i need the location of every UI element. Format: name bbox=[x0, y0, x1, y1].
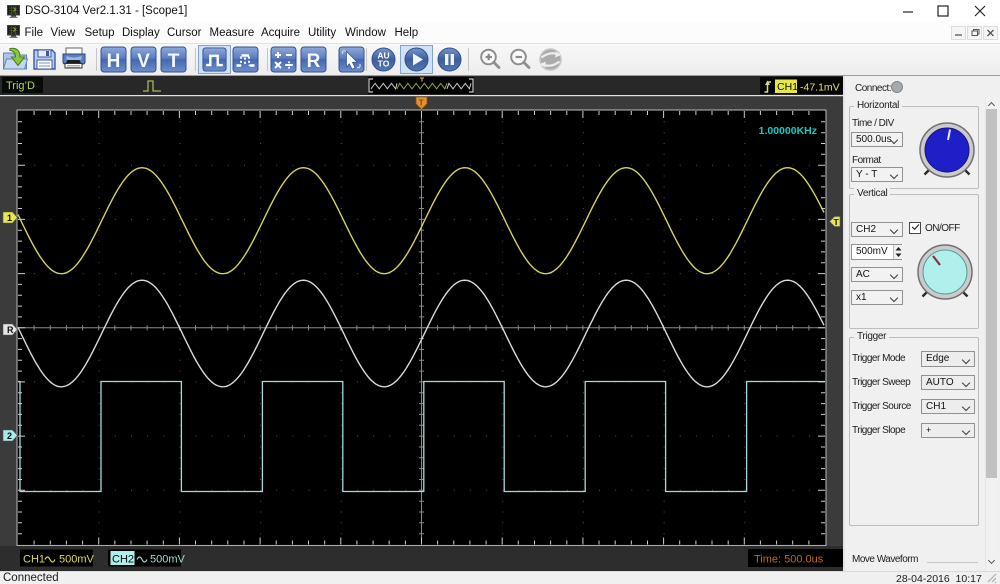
svg-text:2: 2 bbox=[7, 431, 12, 441]
svg-text:Trig’D: Trig’D bbox=[6, 80, 35, 92]
svg-text:Time: 500.0us: Time: 500.0us bbox=[754, 554, 824, 566]
svg-text:V: V bbox=[137, 51, 150, 72]
svg-text:CH1: CH1 bbox=[23, 554, 45, 566]
svg-text:CH1: CH1 bbox=[777, 81, 798, 93]
svg-text:R: R bbox=[307, 51, 321, 72]
svg-text:R: R bbox=[7, 325, 14, 335]
svg-text:T: T bbox=[419, 99, 424, 108]
svg-text:1: 1 bbox=[7, 213, 12, 223]
svg-text:H: H bbox=[107, 51, 121, 72]
svg-text:1.00000KHz: 1.00000KHz bbox=[759, 125, 817, 137]
svg-text:-47.1mV: -47.1mV bbox=[800, 82, 840, 94]
svg-text:T: T bbox=[834, 217, 840, 227]
svg-text:TO: TO bbox=[378, 59, 390, 69]
svg-text:500mV: 500mV bbox=[59, 554, 95, 566]
svg-text:T: T bbox=[168, 51, 180, 72]
svg-text:500mV: 500mV bbox=[150, 554, 186, 566]
svg-text:CH2: CH2 bbox=[112, 554, 134, 566]
